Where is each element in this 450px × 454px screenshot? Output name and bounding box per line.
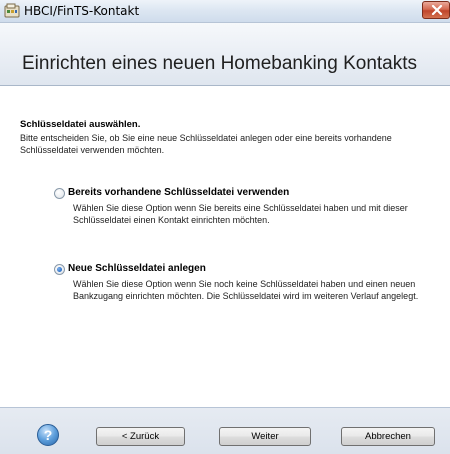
help-button[interactable]: ? <box>37 424 59 446</box>
option-label[interactable]: Bereits vorhandene Schlüsseldatei verwen… <box>68 187 289 198</box>
wizard-header: Einrichten eines neuen Homebanking Konta… <box>0 23 450 86</box>
wizard-content: Schlüsseldatei auswählen. Bitte entschei… <box>0 87 450 407</box>
option-description: Wählen Sie diese Option wenn Sie noch ke… <box>73 279 419 301</box>
next-button[interactable]: Weiter <box>219 427 311 446</box>
help-icon: ? <box>43 427 53 443</box>
radio-existing-keyfile[interactable] <box>54 188 65 199</box>
section-description: Bitte entscheiden Sie, ob Sie eine neue … <box>20 133 392 155</box>
wizard-footer: ? < Zurück Weiter Abbrechen <box>0 407 450 454</box>
close-button[interactable] <box>422 1 450 19</box>
window-title: HBCI/FinTS-Kontakt <box>24 4 140 18</box>
wizard-title: Einrichten eines neuen Homebanking Konta… <box>22 53 418 74</box>
section-title: Schlüsseldatei auswählen. <box>20 119 141 130</box>
cancel-button[interactable]: Abbrechen <box>341 427 435 446</box>
option-label[interactable]: Neue Schlüsseldatei anlegen <box>68 263 206 274</box>
option-description: Wählen Sie diese Option wenn Sie bereits… <box>73 203 408 225</box>
app-icon <box>4 3 20 19</box>
title-bar: HBCI/FinTS-Kontakt <box>0 0 450 23</box>
back-button[interactable]: < Zurück <box>96 427 185 446</box>
close-icon <box>431 5 443 15</box>
radio-new-keyfile[interactable] <box>54 264 65 275</box>
